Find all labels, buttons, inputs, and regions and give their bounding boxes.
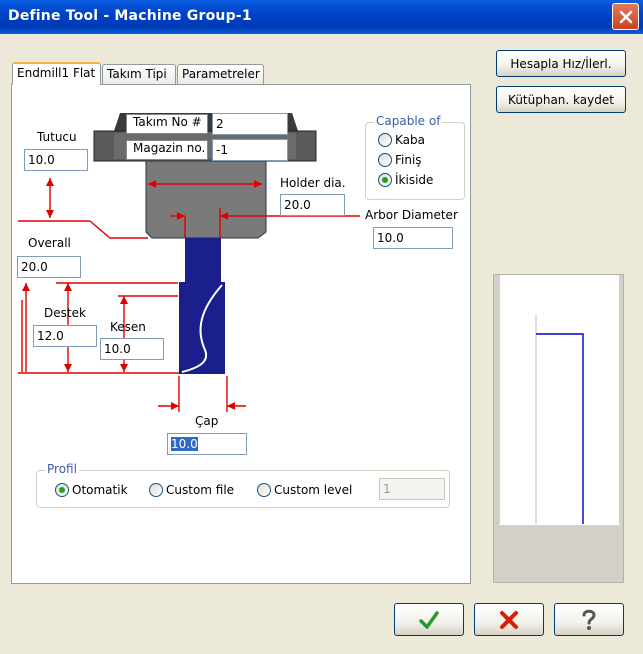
destek-label: Destek [44,306,86,320]
x-icon [500,610,518,629]
radio-custom-file[interactable]: Custom file [149,483,234,497]
tutucu-value: 10.0 [28,153,55,167]
tutucu-field[interactable]: 10.0 [24,149,88,171]
radio-kaba[interactable]: Kaba [378,133,425,147]
tab-label: Endmill1 Flat [17,66,96,80]
destek-field[interactable]: 12.0 [33,325,97,347]
overall-label: Overall [28,236,71,250]
custom-level-value: 1 [383,482,391,496]
cap-label: Çap [195,414,219,428]
ok-button[interactable] [394,603,464,636]
checkmark-icon [419,610,439,629]
holder-dia-value: 20.0 [284,198,311,212]
radio-dot [149,483,163,497]
tab-endmill-flat[interactable]: Endmill1 Flat [12,62,101,85]
radio-otomatik[interactable]: Otomatik [55,483,128,497]
kesen-value: 10.0 [104,342,131,356]
magazine-number-value: -1 [216,143,228,157]
cap-value: 10.0 [171,437,198,451]
cancel-button[interactable] [474,603,544,636]
close-button[interactable] [612,3,639,30]
radio-dot-selected [378,173,392,187]
radio-dot [378,133,392,147]
custom-level-field[interactable]: 1 [379,478,445,500]
radio-dot-selected [55,483,69,497]
tool-number-value: 2 [216,117,224,131]
radio-dot [378,153,392,167]
tutucu-label: Tutucu [37,130,77,144]
preview-crosshair [499,524,620,525]
radio-custom-level[interactable]: Custom level [257,483,352,497]
destek-value: 12.0 [37,329,64,343]
arbor-diameter-label: Arbor Diameter [365,208,458,222]
capable-of-title: Capable of [374,114,443,128]
radio-label: Kaba [395,133,425,147]
tool-number-label: Takım No # [126,114,208,134]
tool-number-field[interactable]: 2 [212,113,288,135]
save-to-library-button[interactable]: Kütüphan. kaydet [496,86,626,113]
radio-label: Custom file [166,483,235,497]
holder-dia-label: Holder dia. [280,176,346,190]
radio-dot [257,483,271,497]
profil-title: Profil [45,462,79,476]
magazine-number-field[interactable]: -1 [212,139,288,161]
button-label: Kütüphan. kaydet [508,92,614,107]
radio-label: Otomatik [72,483,128,497]
calculate-speed-feed-button[interactable]: Hesapla Hız/İlerl. [496,50,626,77]
arbor-diameter-value: 10.0 [377,231,404,245]
preview-canvas [500,275,619,545]
button-label: Hesapla Hız/İlerl. [510,56,612,71]
question-icon [582,609,596,630]
holder-dia-field[interactable]: 20.0 [280,194,345,216]
help-button[interactable] [554,603,624,636]
close-icon [619,10,632,23]
magazine-number-label: Magazin no. [126,140,208,160]
radio-finis[interactable]: Finiş [378,153,422,167]
radio-label: Finiş [395,153,422,167]
kesen-field[interactable]: 10.0 [100,338,164,360]
arbor-diameter-field[interactable]: 10.0 [373,227,453,249]
overall-field[interactable]: 20.0 [17,256,81,278]
radio-label: İkiside [395,173,434,187]
overall-value: 20.0 [21,260,48,274]
radio-label: Custom level [274,483,353,497]
kesen-label: Kesen [110,320,146,334]
preview-tool-outline [500,315,619,545]
radio-ikiside[interactable]: İkiside [378,173,433,187]
tool-preview [493,274,624,583]
cap-field[interactable]: 10.0 [167,433,247,455]
